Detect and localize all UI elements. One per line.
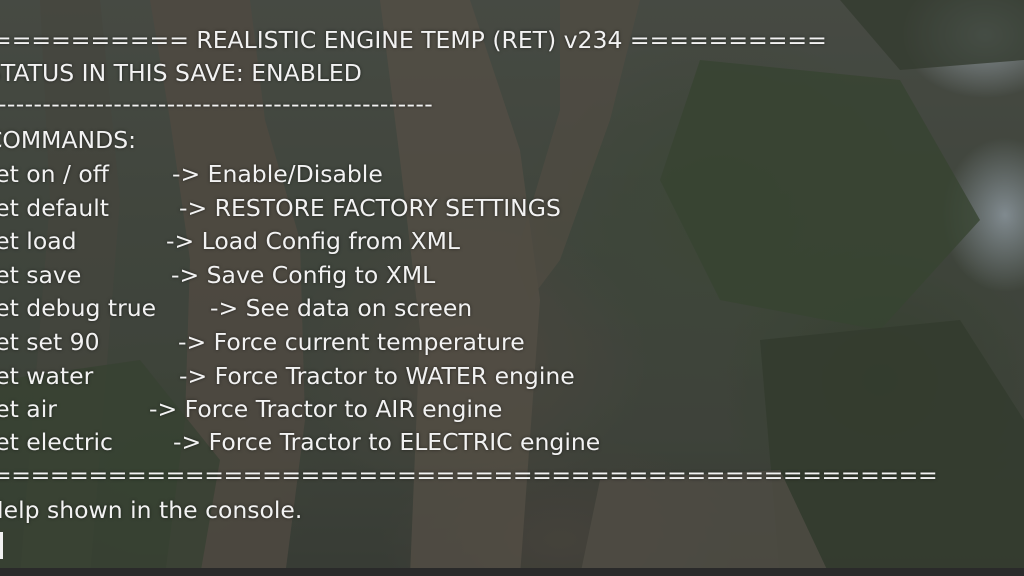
command-name: ret load [0, 227, 77, 255]
text-cursor [0, 532, 3, 559]
command-description: -> Force Tractor to ELECTRIC engine [173, 428, 601, 456]
commands-title: COMMANDS: [0, 126, 137, 154]
command-name: ret debug true [0, 294, 157, 322]
command-description: -> See data on screen [210, 294, 473, 322]
console-footer: Help shown in the console. [0, 496, 303, 524]
command-description: -> Enable/Disable [172, 160, 383, 188]
command-name: ret save [0, 261, 82, 289]
command-description: -> Load Config from XML [166, 227, 460, 255]
command-description: -> Force Tractor to WATER engine [179, 362, 575, 390]
console-status: STATUS IN THIS SAVE: ENABLED [0, 59, 362, 87]
command-name: ret electric [0, 428, 113, 456]
command-name: ret water [0, 362, 94, 390]
bottom-edge-bar [0, 568, 1024, 576]
command-description: -> Force current temperature [178, 328, 525, 356]
equals-divider: ========================================… [0, 461, 938, 489]
command-description: -> RESTORE FACTORY SETTINGS [179, 194, 561, 222]
mod-console-output: ========== REALISTIC ENGINE TEMP (RET) v… [0, 0, 1024, 568]
command-description: -> Save Config to XML [171, 261, 436, 289]
command-name: ret on / off [0, 160, 109, 188]
dash-divider: ----------------------------------------… [0, 90, 434, 118]
command-name: ret set 90 [0, 328, 100, 356]
command-name: ret air [0, 395, 57, 423]
command-description: -> Force Tractor to AIR engine [149, 395, 503, 423]
command-name: ret default [0, 194, 109, 222]
console-header: ========== REALISTIC ENGINE TEMP (RET) v… [0, 26, 827, 54]
